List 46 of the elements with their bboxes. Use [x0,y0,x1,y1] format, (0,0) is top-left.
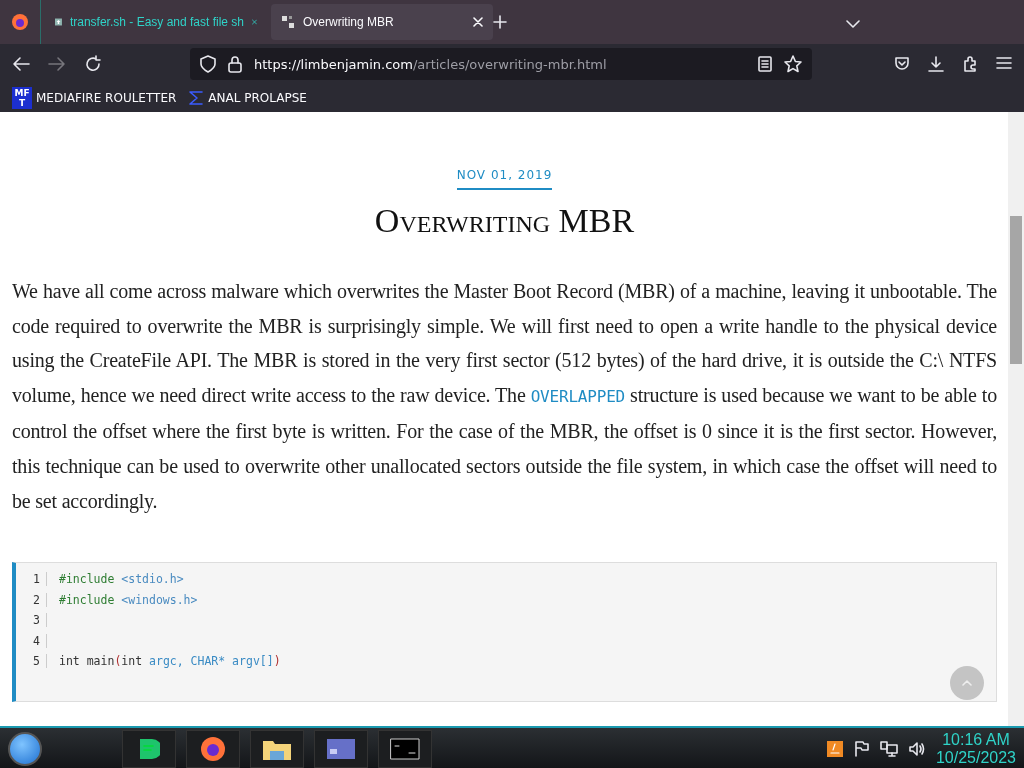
article-paragraph: We have all come across malware which overwrites the Master Boot Record (MBR) of a machine, leaving it unbootable. The code required to overwrite the MBR is surprisingly simple. We will first need to open a write handle to the physical device using the CreateFile API. The MBR is stored in the very first sector (512 bytes) of the hard drive, it is outside the C:\ NTFS volume, hence we need direct write access to the raw device. The OVERLAPPED structure is used because we want to be able to control the offset where the first byte is written. For the case of the MBR, the offset is 0 since it is the first sector. However, this technique can be used to overwrite other unallocated sectors outside the file system, in which case the offset will need to be set accordingly. [12,279,997,515]
firefox-icon[interactable] [11,13,29,31]
terminal-icon [390,738,420,760]
taskbar-app[interactable] [186,730,240,768]
code-line: #include <stdio.h> [59,572,184,587]
line-number: 5 [16,654,47,669]
back-icon[interactable] [12,56,30,72]
close-icon[interactable] [473,17,483,27]
code-line: #include <windows.h> [59,592,198,607]
pocket-icon[interactable] [894,56,910,72]
speaker-icon[interactable] [907,741,926,757]
address-bar[interactable]: https://limbenjamin.com/articles/overwriting-mbr.html [190,48,812,80]
code-line: int main(int argc, CHAR* argv[]) [59,654,281,669]
bookmark-item[interactable]: ANAL PROLAPSE [188,90,307,106]
firefox-icon [200,736,226,762]
bookmark-star-icon[interactable] [784,55,802,73]
forward-icon[interactable] [48,56,66,72]
reader-view-icon[interactable] [758,56,772,72]
sigma-icon [188,90,205,106]
flag-icon[interactable] [853,741,870,757]
start-button[interactable] [8,732,42,766]
chevron-down-icon[interactable] [846,19,860,29]
taskbar-app[interactable] [250,730,304,768]
line-number: 2 [16,592,47,607]
article-title: Overwriting MBR [373,202,636,240]
browser-tab[interactable]: Overwriting MBR [271,4,493,40]
browser-tab[interactable]: transfer.sh - Easy and fast file sh [45,4,267,40]
shield-icon [200,55,216,73]
lock-icon [228,55,242,73]
puzzle-icon[interactable] [962,56,978,72]
clock[interactable]: 10:16 AM 10/25/2023 [935,731,1016,767]
window-icon [326,738,356,760]
taskbar-app[interactable] [122,730,176,768]
line-number: 4 [16,633,47,648]
chat-app-icon [138,737,160,761]
scrollbar[interactable] [1008,112,1024,726]
app-tray-icon[interactable] [825,740,844,758]
new-tab-icon[interactable] [493,15,507,29]
menu-icon[interactable] [996,56,1012,70]
network-icon[interactable] [879,741,898,757]
reload-icon[interactable] [84,55,102,73]
post-date: NOV 01, 2019 [456,168,553,190]
line-number: 1 [16,572,47,587]
qr-icon [281,15,295,29]
line-number: 3 [16,613,47,628]
download-icon[interactable] [928,56,944,72]
